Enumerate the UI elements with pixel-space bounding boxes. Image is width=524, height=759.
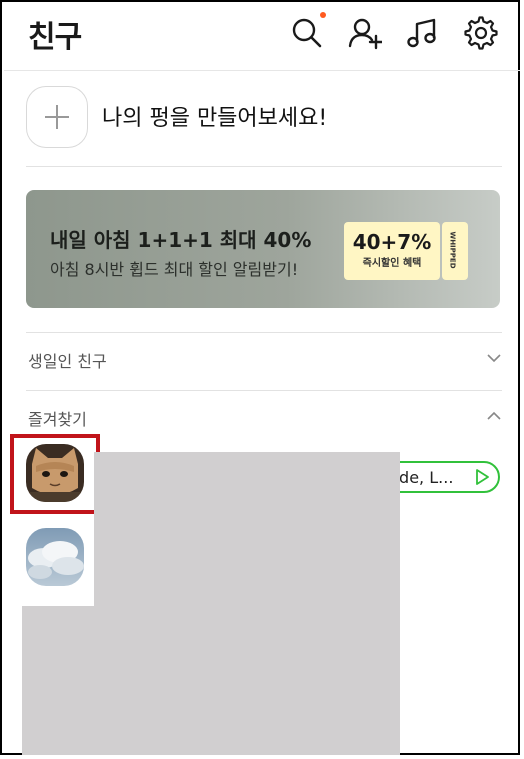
favorite-friend-avatar[interactable] bbox=[26, 528, 84, 586]
coupon-brand: WHIPPED bbox=[448, 231, 457, 269]
promo-banner[interactable]: 내일 아침 1+1+1 최대 40% 아침 8시반 휩드 최대 할인 알림받기!… bbox=[26, 190, 500, 308]
chevron-up-icon[interactable] bbox=[486, 408, 502, 424]
create-profile-button[interactable] bbox=[26, 86, 88, 148]
play-icon bbox=[476, 469, 489, 485]
plus-icon bbox=[45, 105, 69, 129]
music-button[interactable] bbox=[406, 16, 440, 50]
friends-screen: 친구 나의 펑을 만들어보세요! 내일 아침 1+1+1 최대 40% 아침 8… bbox=[4, 4, 520, 755]
create-profile-label: 나의 펑을 만들어보세요! bbox=[102, 106, 328, 131]
coupon-graphic: 40+7% 즉시할인 혜택 bbox=[344, 222, 440, 280]
coupon-discount: 40+7% bbox=[352, 230, 432, 254]
page-title: 친구 bbox=[28, 20, 82, 55]
redacted-area bbox=[94, 452, 400, 755]
coupon-stub: WHIPPED bbox=[442, 222, 468, 280]
screenshot-frame: 친구 나의 펑을 만들어보세요! 내일 아침 1+1+1 최대 40% 아침 8… bbox=[0, 0, 520, 755]
search-icon bbox=[292, 18, 322, 48]
birthday-friends-section[interactable]: 생일인 친구 bbox=[26, 344, 502, 374]
coupon-caption: 즉시할인 혜택 bbox=[362, 258, 422, 269]
divider bbox=[26, 166, 502, 167]
add-friend-button[interactable] bbox=[348, 16, 384, 50]
chevron-down-icon[interactable] bbox=[486, 350, 502, 366]
divider bbox=[26, 332, 502, 333]
banner-subtitle: 아침 8시반 휩드 최대 할인 알림받기! bbox=[50, 260, 299, 279]
notification-dot bbox=[320, 12, 326, 18]
search-button[interactable] bbox=[290, 12, 326, 50]
highlight-box bbox=[10, 434, 100, 514]
cloud-sky-avatar-image bbox=[26, 528, 84, 586]
top-bar: 친구 bbox=[4, 4, 520, 71]
banner-title: 내일 아침 1+1+1 최대 40% bbox=[50, 228, 312, 252]
profile-music-chip[interactable]: tside, L... bbox=[384, 461, 500, 493]
birthday-section-label: 생일인 친구 bbox=[28, 352, 107, 371]
create-profile-row[interactable]: 나의 펑을 만들어보세요! bbox=[26, 86, 502, 148]
favorites-section-label: 즐겨찾기 bbox=[28, 410, 87, 429]
gear-icon bbox=[464, 16, 498, 50]
redacted-area bbox=[22, 606, 102, 755]
music-note-icon bbox=[407, 18, 436, 48]
favorites-section[interactable]: 즐겨찾기 bbox=[26, 402, 502, 432]
settings-button[interactable] bbox=[464, 16, 498, 50]
add-friend-icon bbox=[348, 18, 384, 50]
divider bbox=[26, 390, 502, 391]
